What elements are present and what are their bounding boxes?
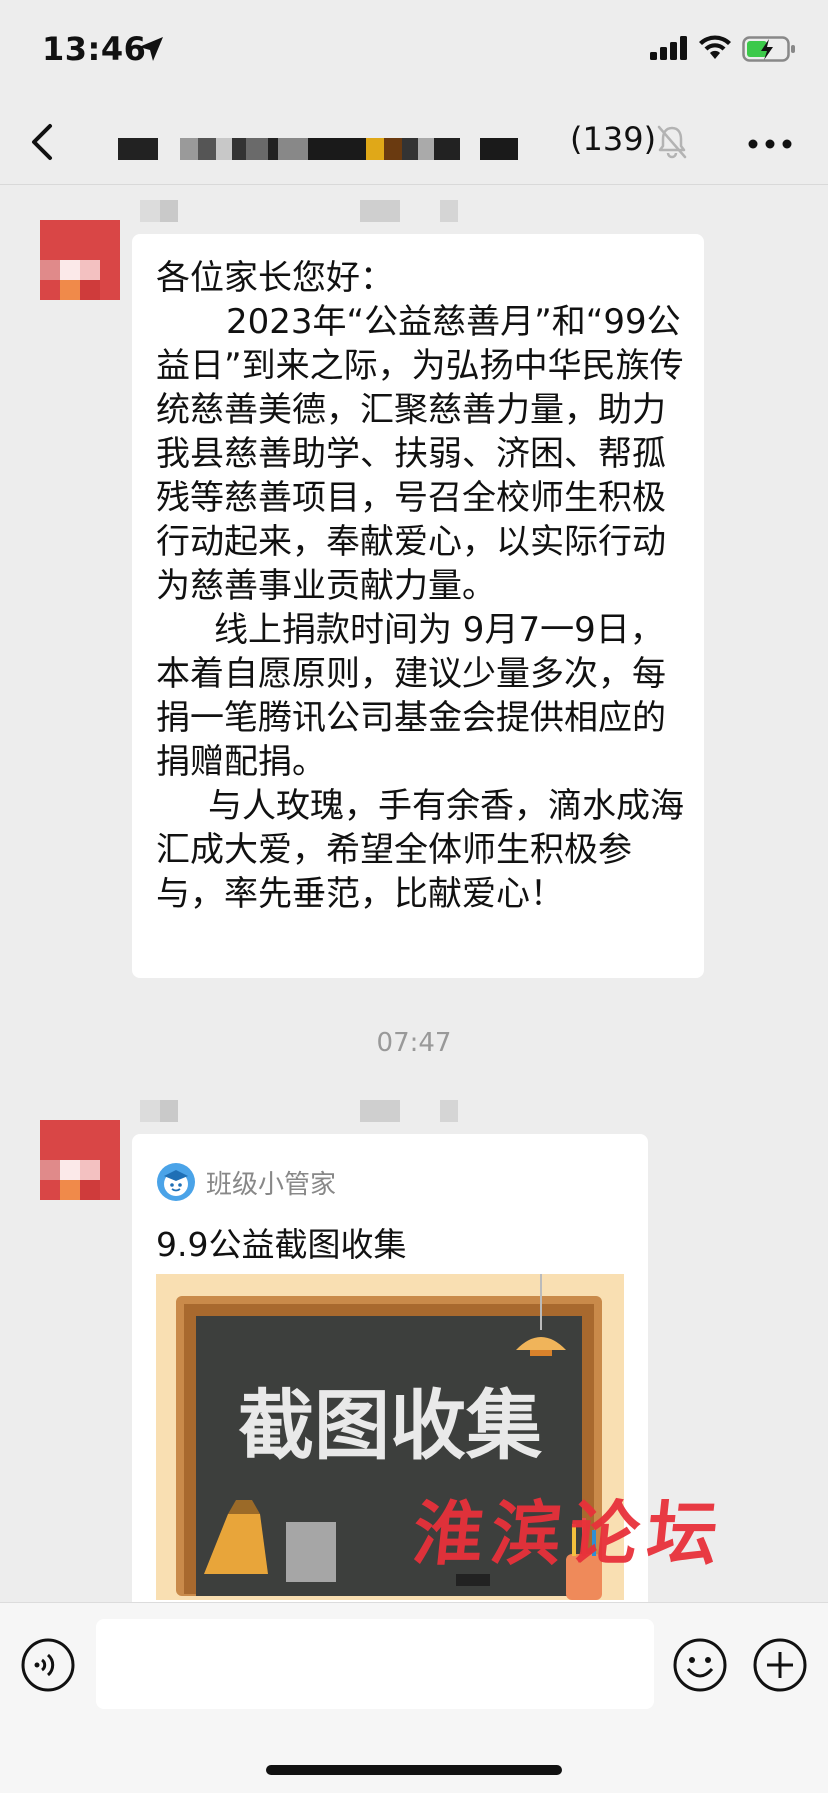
emoji-icon[interactable] (672, 1637, 728, 1693)
message-text: 各位家长您好： 2023年“公益慈善月”和“99公益日”到来之际，为弘扬中华民族… (156, 256, 686, 916)
message-paragraph: 与人玫瑰，手有余香，滴水成海汇成大爱，希望全体师生积极参与，率先垂范，比献爱心！ (156, 786, 684, 914)
sender-name-blurred (140, 200, 480, 222)
avatar[interactable] (40, 220, 120, 300)
message-paragraph: 2023年“公益慈善月”和“99公益日”到来之际，为弘扬中华民族传统慈善美德，汇… (156, 302, 684, 606)
status-time: 13:46 (42, 30, 147, 68)
forum-watermark: 淮滨论坛 (409, 1492, 730, 1575)
chalkboard-text: 截图收集 (238, 1381, 542, 1470)
location-arrow-icon (139, 37, 163, 61)
card-source: 班级小管家 (156, 1162, 336, 1202)
card-title: 9.9公益截图收集 (156, 1225, 407, 1264)
back-chevron-icon[interactable] (28, 118, 58, 168)
avatar[interactable] (40, 1120, 120, 1200)
battery-charging-icon (742, 36, 795, 62)
message-paragraph: 线上捐款时间为 9月7一9日，本着自愿原则，建议少量多次，每捐一笔腾讯公司基金会… (156, 610, 666, 782)
chat-title-blurred (118, 138, 523, 160)
home-indicator (266, 1765, 562, 1775)
more-dots-icon[interactable] (748, 138, 792, 150)
message-greeting: 各位家长您好： (156, 258, 394, 298)
chat-header: (139) (0, 100, 828, 185)
chat-input-bar (0, 1602, 828, 1793)
voice-icon[interactable] (20, 1637, 76, 1693)
message-input[interactable] (96, 1619, 654, 1709)
signal-icon (650, 36, 687, 60)
status-bar: 13:46 (0, 0, 828, 100)
chat-timestamp: 07:47 (376, 1028, 452, 1058)
card-source-label: 班级小管家 (206, 1169, 337, 1200)
app-logo-icon (157, 1163, 195, 1201)
member-count: (139) (570, 120, 657, 158)
sender-name-blurred (140, 1100, 480, 1122)
wifi-icon (699, 35, 731, 59)
plus-icon[interactable] (752, 1637, 808, 1693)
mute-bell-icon (657, 125, 687, 159)
